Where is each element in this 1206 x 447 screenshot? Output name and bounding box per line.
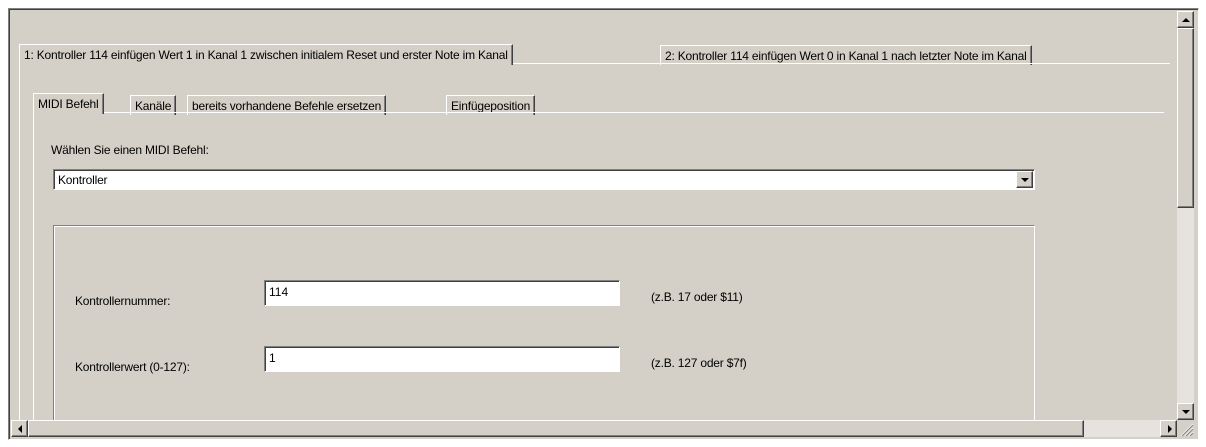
arrow-up-icon: [1182, 18, 1190, 22]
midi-command-prompt: Wählen Sie einen MIDI Befehl:: [51, 143, 209, 157]
scroll-right-button[interactable]: [1160, 420, 1177, 437]
controller-value-value: 1: [269, 351, 276, 365]
tab-midi-befehl-label: MIDI Befehl: [38, 97, 99, 111]
midi-command-select[interactable]: Kontroller: [53, 169, 1035, 190]
tab-step-1-label: 1: Kontroller 114 einfügen Wert 1 in Kan…: [24, 48, 508, 62]
arrow-down-icon: [1182, 410, 1190, 414]
controller-value-label: Kontrollerwert (0-127):: [75, 360, 190, 374]
scroll-down-button[interactable]: [1177, 403, 1194, 420]
scroll-up-button[interactable]: [1177, 11, 1194, 28]
settings-window: 1: Kontroller 114 einfügen Wert 1 in Kan…: [8, 8, 1199, 440]
horizontal-scrollbar[interactable]: [11, 420, 1177, 437]
midi-command-value: Kontroller: [58, 173, 108, 187]
controller-params-group: [53, 225, 1035, 420]
tab-step-2[interactable]: 2: Kontroller 114 einfügen Wert 0 in Kan…: [660, 45, 1032, 65]
tab-einfuegeposition-label: Einfügeposition: [451, 99, 531, 113]
scroll-viewport: 1: Kontroller 114 einfügen Wert 1 in Kan…: [11, 11, 1176, 420]
controller-value-input[interactable]: 1: [264, 346, 620, 372]
chevron-down-icon: [1021, 178, 1029, 182]
controller-value-hint: (z.B. 127 oder $7f): [651, 356, 747, 370]
scroll-left-button[interactable]: [11, 420, 28, 437]
tab-kanaele-label: Kanäle: [135, 99, 172, 113]
tab-midi-befehl[interactable]: MIDI Befehl: [33, 93, 104, 114]
arrow-left-icon: [18, 425, 22, 433]
size-grip[interactable]: [1177, 420, 1194, 437]
controller-number-value: 114: [269, 285, 289, 299]
controller-number-input[interactable]: 114: [264, 280, 620, 306]
horizontal-scroll-thumb[interactable]: [28, 420, 1084, 437]
dropdown-button[interactable]: [1016, 171, 1033, 188]
resize-grip-icon: [1180, 423, 1194, 437]
controller-number-label: Kontrollernummer:: [75, 294, 171, 308]
arrow-right-icon: [1168, 425, 1172, 433]
controller-number-hint: (z.B. 17 oder $11): [651, 290, 743, 304]
tab-step-1[interactable]: 1: Kontroller 114 einfügen Wert 1 in Kan…: [19, 44, 513, 65]
tab-step-2-label: 2: Kontroller 114 einfügen Wert 0 in Kan…: [665, 49, 1027, 63]
tab-befehle-ersetzen-label: bereits vorhandene Befehle ersetzen: [192, 99, 382, 113]
vertical-scroll-thumb[interactable]: [1177, 28, 1194, 208]
vertical-scrollbar[interactable]: [1177, 11, 1194, 420]
